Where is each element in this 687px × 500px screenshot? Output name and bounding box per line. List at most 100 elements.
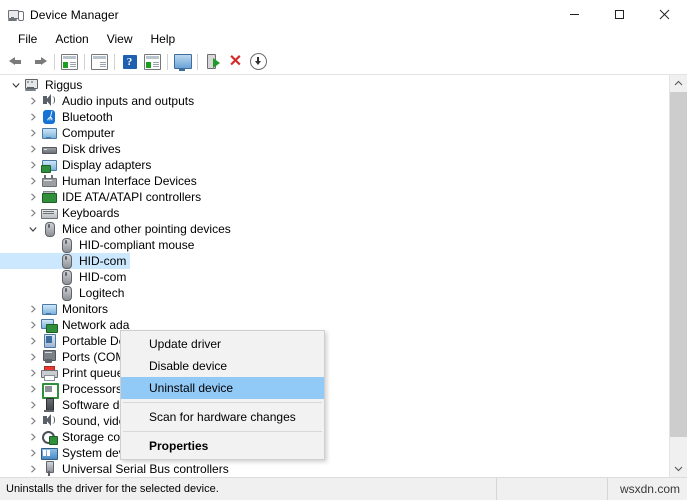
scrollbar-track[interactable] — [670, 92, 687, 460]
status-bar: Uninstalls the driver for the selected d… — [0, 477, 687, 500]
system-icon — [41, 445, 58, 461]
tree-item[interactable]: Storage controllers — [0, 429, 669, 445]
tree-expander-icon[interactable] — [42, 253, 58, 269]
scrollbar-thumb[interactable] — [670, 92, 687, 437]
title-bar: Device Manager — [0, 0, 687, 29]
tree-expander-icon[interactable] — [42, 269, 58, 285]
tree-expander-icon[interactable] — [25, 333, 41, 349]
tree-expander-icon[interactable] — [25, 413, 41, 429]
close-button[interactable] — [642, 0, 687, 29]
vertical-scrollbar[interactable] — [669, 75, 687, 477]
menu-view[interactable]: View — [98, 30, 142, 48]
tree-item[interactable]: Universal Serial Bus controllers — [0, 461, 669, 477]
minimize-button[interactable] — [552, 0, 597, 29]
help-button[interactable]: ? — [118, 51, 141, 73]
scroll-down-button[interactable] — [670, 460, 687, 477]
tree-item[interactable]: Mice and other pointing devices — [0, 221, 669, 237]
context-menu-separator — [123, 431, 322, 432]
tree-expander-icon[interactable] — [25, 429, 41, 445]
scan-monitor-icon — [173, 54, 192, 71]
tree-item[interactable]: HID-com — [0, 253, 669, 269]
tree-item[interactable]: HID-com — [0, 269, 669, 285]
forward-button[interactable] — [28, 51, 51, 73]
device-manager-icon — [7, 7, 24, 23]
tree-expander-icon[interactable] — [25, 365, 41, 381]
window-title: Device Manager — [30, 7, 119, 22]
tree-expander-icon[interactable] — [25, 141, 41, 157]
uninstall-device-button[interactable]: ✕ — [224, 51, 247, 73]
tree-expander-icon[interactable] — [25, 157, 41, 173]
context-menu-item[interactable]: Disable device — [121, 355, 324, 377]
tree-item[interactable]: Processors — [0, 381, 669, 399]
mouse-icon — [58, 253, 74, 269]
tree-expander-icon[interactable] — [25, 461, 41, 477]
printer-icon — [41, 365, 58, 381]
tree-item[interactable]: ᛦ Bluetooth — [0, 109, 669, 125]
context-menu-item[interactable]: Scan for hardware changes — [121, 406, 324, 428]
show-hide-console-tree-button[interactable] — [58, 51, 81, 73]
display-icon — [41, 157, 57, 173]
enable-device-button[interactable] — [201, 51, 224, 73]
tree-expander-icon[interactable] — [8, 77, 24, 93]
tree-item[interactable]: Ports (COM & — [0, 349, 669, 365]
tree-item[interactable]: IDE ATA/ATAPI controllers — [0, 189, 669, 205]
menu-file[interactable]: File — [9, 30, 46, 48]
update-driver-button[interactable] — [141, 51, 164, 73]
tree-expander-icon[interactable] — [25, 189, 41, 205]
context-menu-item[interactable]: Update driver — [121, 333, 324, 355]
tree-item[interactable]: Print queues — [0, 365, 669, 381]
tree-item[interactable]: HID-compliant mouse — [0, 237, 669, 253]
tree-expander-icon[interactable] — [42, 237, 58, 253]
tree-item[interactable]: Network ada — [0, 317, 669, 333]
tree-item-label: Universal Serial Bus controllers — [62, 462, 229, 476]
tree-item[interactable]: Logitech — [0, 285, 669, 301]
tree-item[interactable]: Disk drives — [0, 141, 669, 157]
tree-expander-icon[interactable] — [25, 109, 41, 125]
tree-expander-icon[interactable] — [25, 445, 41, 461]
tree-item-label: HID-com — [79, 270, 127, 284]
hid-icon — [41, 173, 57, 189]
mouse-icon — [58, 285, 74, 301]
update-download-button[interactable] — [247, 51, 270, 73]
tree-item[interactable]: Human Interface Devices — [0, 173, 669, 189]
scroll-up-button[interactable] — [670, 75, 687, 92]
tree-expander-icon[interactable] — [25, 93, 41, 109]
properties-button[interactable] — [88, 51, 111, 73]
tree-expander-icon[interactable] — [25, 397, 41, 413]
tree-expander-icon[interactable] — [25, 205, 41, 221]
tree-item[interactable]: Keyboards — [0, 205, 669, 221]
toolbar-separator — [84, 53, 85, 70]
disk-icon — [41, 141, 57, 157]
tree-item[interactable]: Monitors — [0, 301, 669, 317]
tree-expander-icon[interactable] — [25, 349, 41, 365]
tree-item-label: IDE ATA/ATAPI controllers — [62, 190, 202, 204]
tree-expander-icon[interactable] — [42, 285, 58, 301]
toolbar-separator — [54, 53, 55, 70]
menu-action[interactable]: Action — [46, 30, 97, 48]
tree-item[interactable]: System devices — [0, 445, 669, 461]
usb-icon — [41, 461, 57, 477]
scan-for-hardware-changes-button[interactable] — [171, 51, 194, 73]
tree-item[interactable]: Sound, video and game controllers — [0, 413, 669, 429]
tree-item[interactable]: Riggus — [0, 77, 669, 93]
tree-item-label: Display adapters — [62, 158, 152, 172]
tree-item[interactable]: Software devices — [0, 397, 669, 413]
back-button[interactable] — [5, 51, 28, 73]
menu-help[interactable]: Help — [142, 30, 185, 48]
maximize-button[interactable] — [597, 0, 642, 29]
tree-expander-icon[interactable] — [25, 301, 41, 317]
device-tree[interactable]: Riggus Audio inputs and outputs ᛦ Bluetooth… — [0, 75, 669, 477]
tree-item[interactable]: Computer — [0, 125, 669, 141]
tree-expander-icon[interactable] — [25, 173, 41, 189]
tree-item[interactable]: Portable Dev — [0, 333, 669, 349]
tree-expander-icon[interactable] — [25, 317, 41, 333]
monitor-icon — [41, 301, 57, 317]
tree-item[interactable]: Display adapters — [0, 157, 669, 173]
tree-expander-icon[interactable] — [25, 381, 41, 397]
context-menu-item[interactable]: Uninstall device — [121, 377, 324, 399]
tree-item[interactable]: Audio inputs and outputs — [0, 93, 669, 109]
tree-expander-icon[interactable] — [25, 125, 41, 141]
context-menu-item[interactable]: Properties — [121, 435, 324, 457]
mouse-icon — [58, 269, 74, 285]
tree-expander-icon[interactable] — [25, 221, 41, 237]
